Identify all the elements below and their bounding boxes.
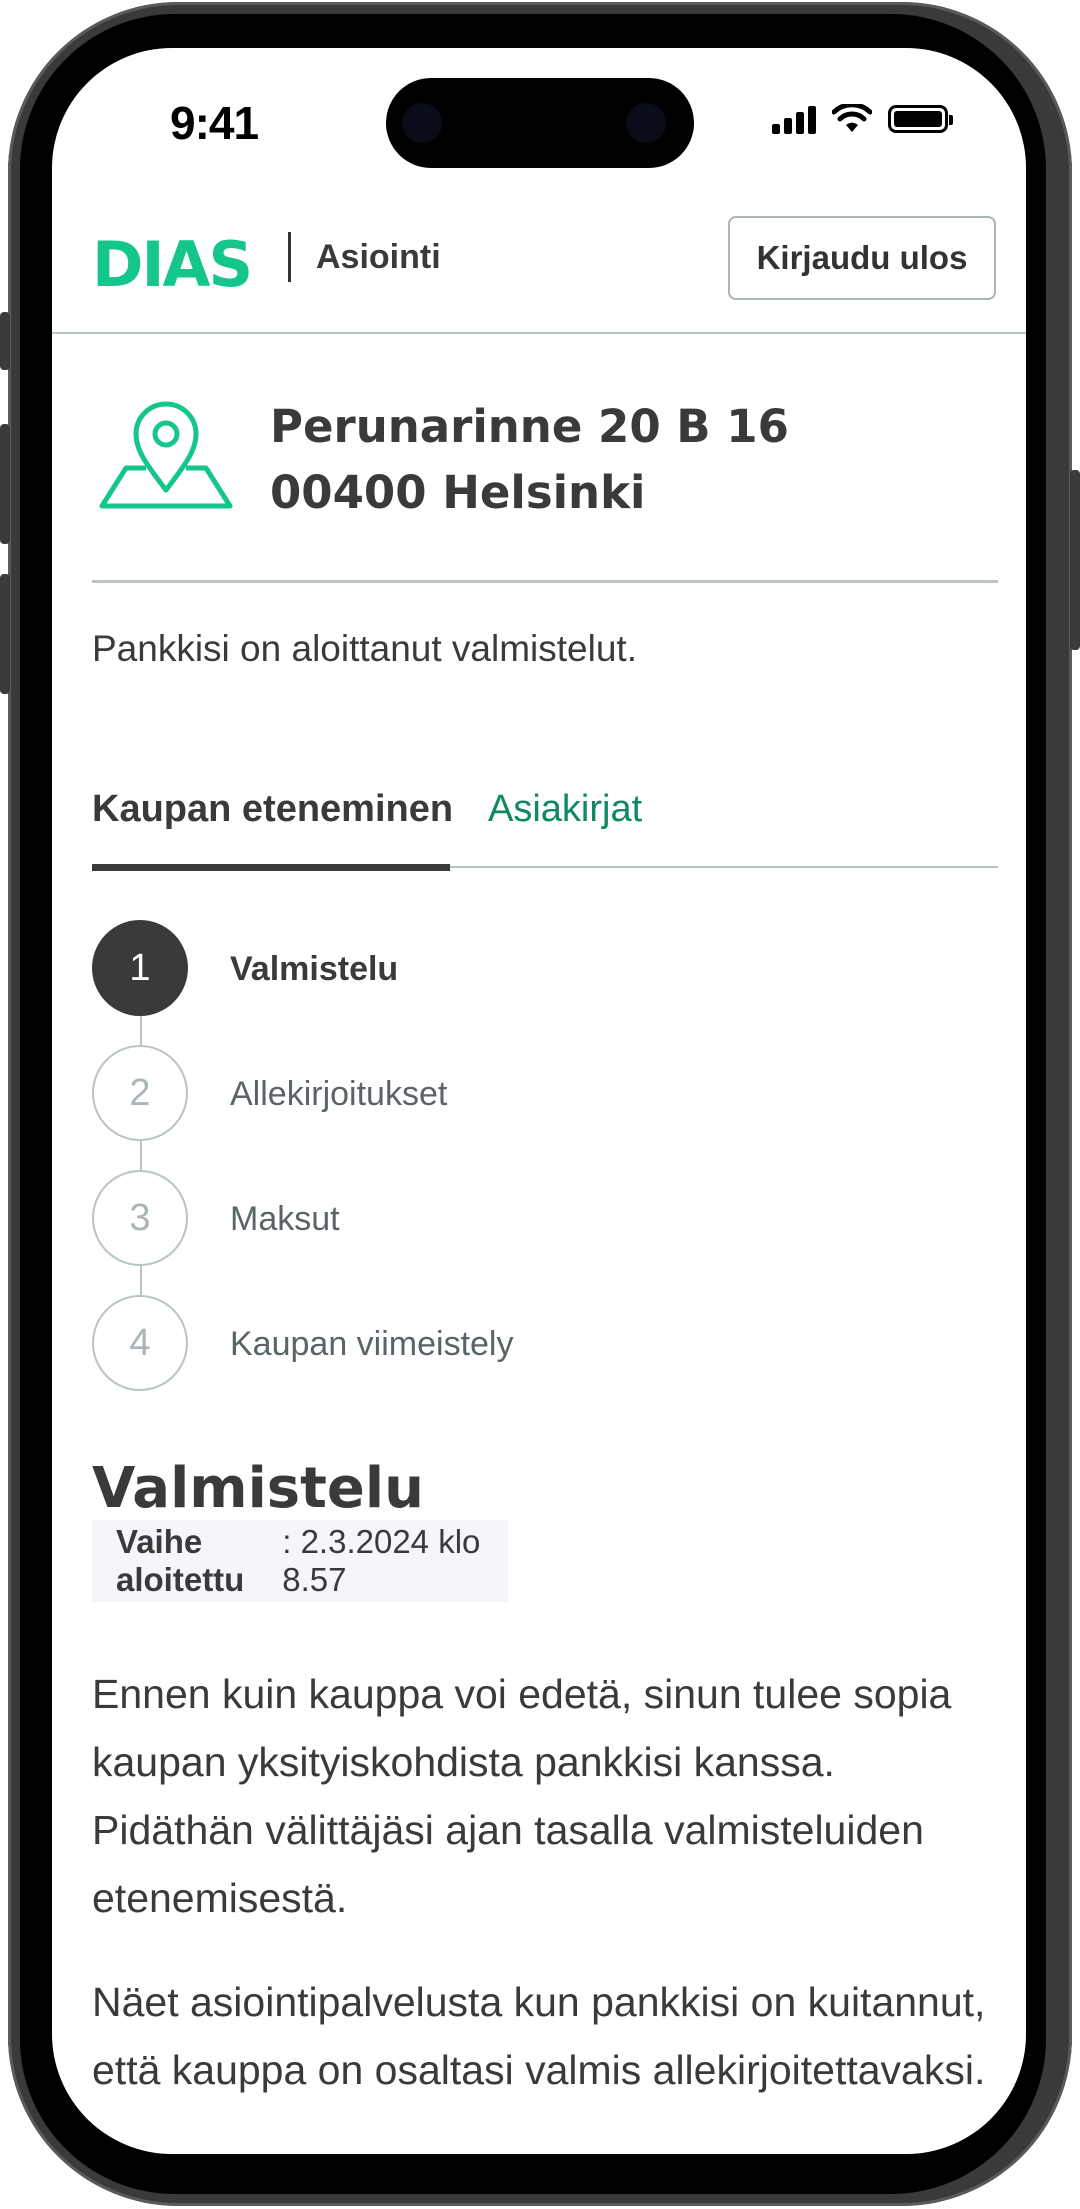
screen: 9:41 DIAS Asiointi Kirjaudu ulos Perunar…: [52, 48, 1026, 2154]
step-4-marker: 4: [92, 1295, 188, 1391]
signal-icon: [772, 104, 816, 134]
status-message: Pankkisi on aloittanut valmistelut.: [92, 628, 637, 669]
phase-started-value: : 2.3.2024 klo 8.57: [282, 1523, 481, 1598]
sensor-icon: [626, 103, 666, 143]
active-tab-indicator: [92, 864, 450, 871]
wifi-icon: [832, 104, 872, 132]
dias-logo[interactable]: DIAS: [92, 228, 253, 301]
power-button: [1070, 470, 1080, 650]
action-button: [0, 312, 10, 370]
logo-divider: [288, 232, 291, 282]
status-time: 9:41: [170, 97, 259, 149]
tab-kaupan-eteneminen[interactable]: Kaupan eteneminen: [92, 788, 453, 831]
step-2-label: Allekirjoitukset: [230, 1075, 448, 1113]
phase-started-label: Vaihe aloitettu: [116, 1523, 245, 1598]
step-3-marker: 3: [92, 1170, 188, 1266]
logout-button[interactable]: Kirjaudu ulos: [728, 216, 996, 300]
battery-icon: [888, 105, 953, 133]
step-1-marker: 1: [92, 920, 188, 1016]
tab-asiakirjat[interactable]: Asiakirjat: [488, 788, 642, 831]
volume-down-button: [0, 574, 10, 694]
address-city: 00400 Helsinki: [270, 466, 646, 519]
body-paragraph-1: Ennen kuin kauppa voi edetä, sinun tulee…: [92, 1671, 952, 1921]
service-name: Asiointi: [316, 238, 441, 276]
dynamic-island: [386, 78, 694, 168]
step-1-label: Valmistelu: [230, 950, 399, 988]
step-2-marker: 2: [92, 1045, 188, 1141]
location-pin-icon: [99, 401, 233, 509]
address-divider: [92, 580, 998, 583]
body-paragraph-2: Näet asiointipalvelusta kun pankkisi on …: [92, 1979, 986, 2093]
step-3-label: Maksut: [230, 1200, 340, 1238]
status-icons: [772, 104, 953, 134]
camera-icon: [402, 103, 442, 143]
volume-up-button: [0, 424, 10, 544]
app-header: DIAS Asiointi Kirjaudu ulos: [52, 168, 1026, 334]
step-4-label: Kaupan viimeistely: [230, 1325, 514, 1363]
section-title: Valmistelu: [92, 1456, 424, 1521]
address-street: Perunarinne 20 B 16: [270, 400, 789, 453]
phase-started-box: Vaihe aloitettu : 2.3.2024 klo 8.57: [92, 1520, 508, 1602]
